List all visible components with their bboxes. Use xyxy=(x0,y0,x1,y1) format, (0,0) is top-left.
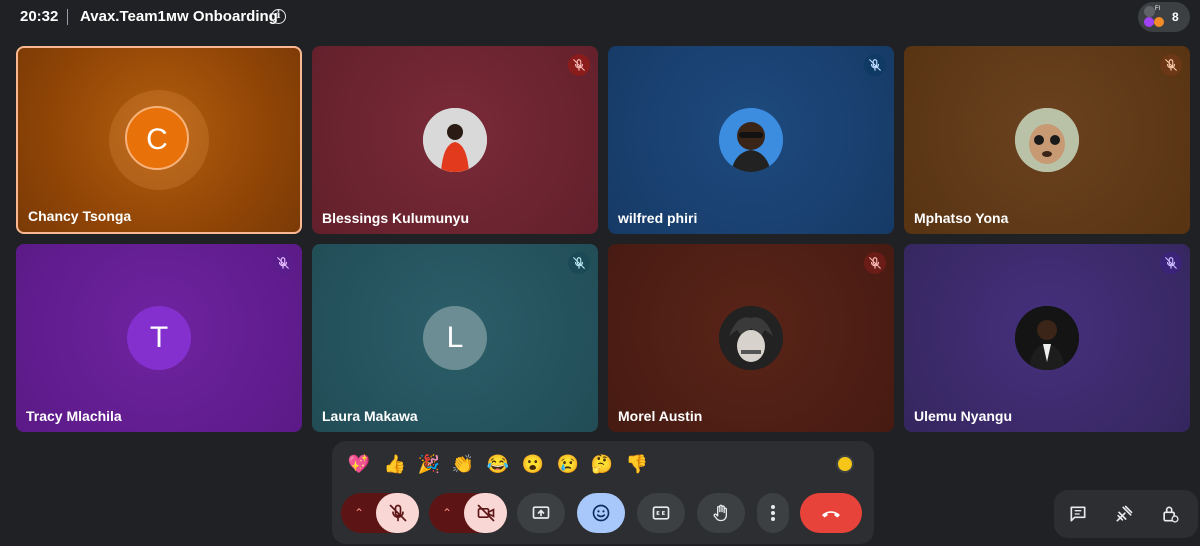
participant-name: Ulemu Nyangu xyxy=(914,408,1013,424)
reaction-surprised[interactable]: 😮 xyxy=(518,449,548,479)
captions-icon xyxy=(652,506,670,520)
avatar xyxy=(719,108,783,172)
reaction-thumbs-up[interactable]: 👍 xyxy=(380,449,410,479)
more-vert-icon xyxy=(771,505,775,521)
reaction-laugh[interactable]: 😂 xyxy=(483,449,513,479)
activities-icon xyxy=(1116,505,1133,522)
emoji-icon xyxy=(592,504,610,522)
mic-muted-indicator xyxy=(272,252,294,274)
reaction-party[interactable]: 🎉 xyxy=(414,449,444,479)
participant-name: Blessings Kulumunyu xyxy=(322,210,470,226)
mic-toggle-button[interactable] xyxy=(376,493,419,533)
host-controls-icon xyxy=(1163,506,1179,523)
people-button[interactable]: Fl 8 xyxy=(1138,2,1190,32)
camera-off-icon xyxy=(477,504,494,522)
meeting-title: Avax.Team1мw Onboarding xyxy=(80,8,278,25)
mic-muted-indicator xyxy=(568,54,590,76)
clock: 20:32 xyxy=(20,8,59,25)
participant-name: wilfred phiri xyxy=(618,210,698,226)
side-panel-controls xyxy=(1054,490,1198,538)
participant-name: Tracy Mlachila xyxy=(26,408,122,424)
participant-tile[interactable]: Ulemu Nyangu xyxy=(904,244,1190,432)
participant-tile[interactable]: T Tracy Mlachila xyxy=(16,244,302,432)
mic-muted-indicator xyxy=(1160,54,1182,76)
mic-muted-indicator xyxy=(864,54,886,76)
mic-off-icon xyxy=(573,59,585,71)
mic-off-icon xyxy=(389,504,406,522)
mic-muted-indicator xyxy=(568,252,590,274)
participant-tile[interactable]: Blessings Kulumunyu xyxy=(312,46,598,234)
avatar: C xyxy=(125,106,189,170)
participant-tile[interactable]: wilfred phiri xyxy=(608,46,894,234)
mic-off-icon xyxy=(1165,59,1177,71)
participant-name: Laura Makawa xyxy=(322,408,418,424)
avatar xyxy=(423,108,487,172)
participant-avatar-icon xyxy=(1144,17,1154,27)
mic-off-icon xyxy=(869,59,881,71)
chat-button[interactable] xyxy=(1058,494,1098,534)
chevron-up-icon: ⌃ xyxy=(441,506,453,520)
present-button[interactable] xyxy=(517,493,565,533)
participant-tile[interactable]: C Chancy Tsonga xyxy=(16,46,302,234)
divider xyxy=(67,9,68,25)
reaction-heart[interactable]: 💖 xyxy=(344,449,374,479)
reaction-thinking[interactable]: 🤔 xyxy=(587,449,617,479)
participant-avatar-icon xyxy=(1154,17,1164,27)
participant-name: Chancy Tsonga xyxy=(28,208,132,224)
top-bar: 20:32 Avax.Team1мw Onboarding i Fl 8 xyxy=(0,0,1200,34)
avatar: L xyxy=(423,306,487,370)
leave-call-button[interactable] xyxy=(800,493,862,533)
chevron-up-icon: ⌃ xyxy=(353,506,365,520)
mic-off-icon xyxy=(1165,257,1177,269)
participant-tile[interactable]: Mphatso Yona xyxy=(904,46,1190,234)
raise-hand-button[interactable] xyxy=(697,493,745,533)
participant-count: 8 xyxy=(1172,10,1179,24)
participant-tile[interactable]: Morel Austin xyxy=(608,244,894,432)
mic-muted-indicator xyxy=(864,252,886,274)
mic-off-icon xyxy=(277,257,289,269)
participant-name: Morel Austin xyxy=(618,408,703,424)
activities-button[interactable] xyxy=(1104,494,1144,534)
avatar: T xyxy=(127,306,191,370)
hand-icon xyxy=(713,504,727,522)
camera-toggle-button[interactable] xyxy=(464,493,507,533)
mic-off-icon xyxy=(573,257,585,269)
skin-tone-selector[interactable] xyxy=(836,455,854,473)
meeting-controls: 💖 👍 🎉 👏 😂 😮 😢 🤔 👎 ⌃ ⌃ xyxy=(332,441,874,544)
avatar xyxy=(1015,306,1079,370)
mini-label-icon: Fl xyxy=(1155,6,1160,12)
mic-muted-indicator xyxy=(1160,252,1182,274)
avatar xyxy=(719,306,783,370)
reaction-clap[interactable]: 👏 xyxy=(448,449,478,479)
call-end-icon xyxy=(822,511,840,518)
present-screen-icon xyxy=(532,506,550,519)
chat-icon xyxy=(1070,506,1086,522)
participant-name: Mphatso Yona xyxy=(914,210,1009,226)
host-controls-button[interactable] xyxy=(1150,494,1190,534)
more-options-button[interactable] xyxy=(757,493,789,533)
participant-avatar-icon xyxy=(1144,6,1155,17)
reaction-sad[interactable]: 😢 xyxy=(553,449,583,479)
captions-button[interactable] xyxy=(637,493,685,533)
participant-tile[interactable]: L Laura Makawa xyxy=(312,244,598,432)
mic-off-icon xyxy=(869,257,881,269)
reactions-button[interactable] xyxy=(577,493,625,533)
info-icon[interactable]: i xyxy=(271,9,286,24)
avatar xyxy=(1015,108,1079,172)
reaction-thumbs-down[interactable]: 👎 xyxy=(622,449,652,479)
